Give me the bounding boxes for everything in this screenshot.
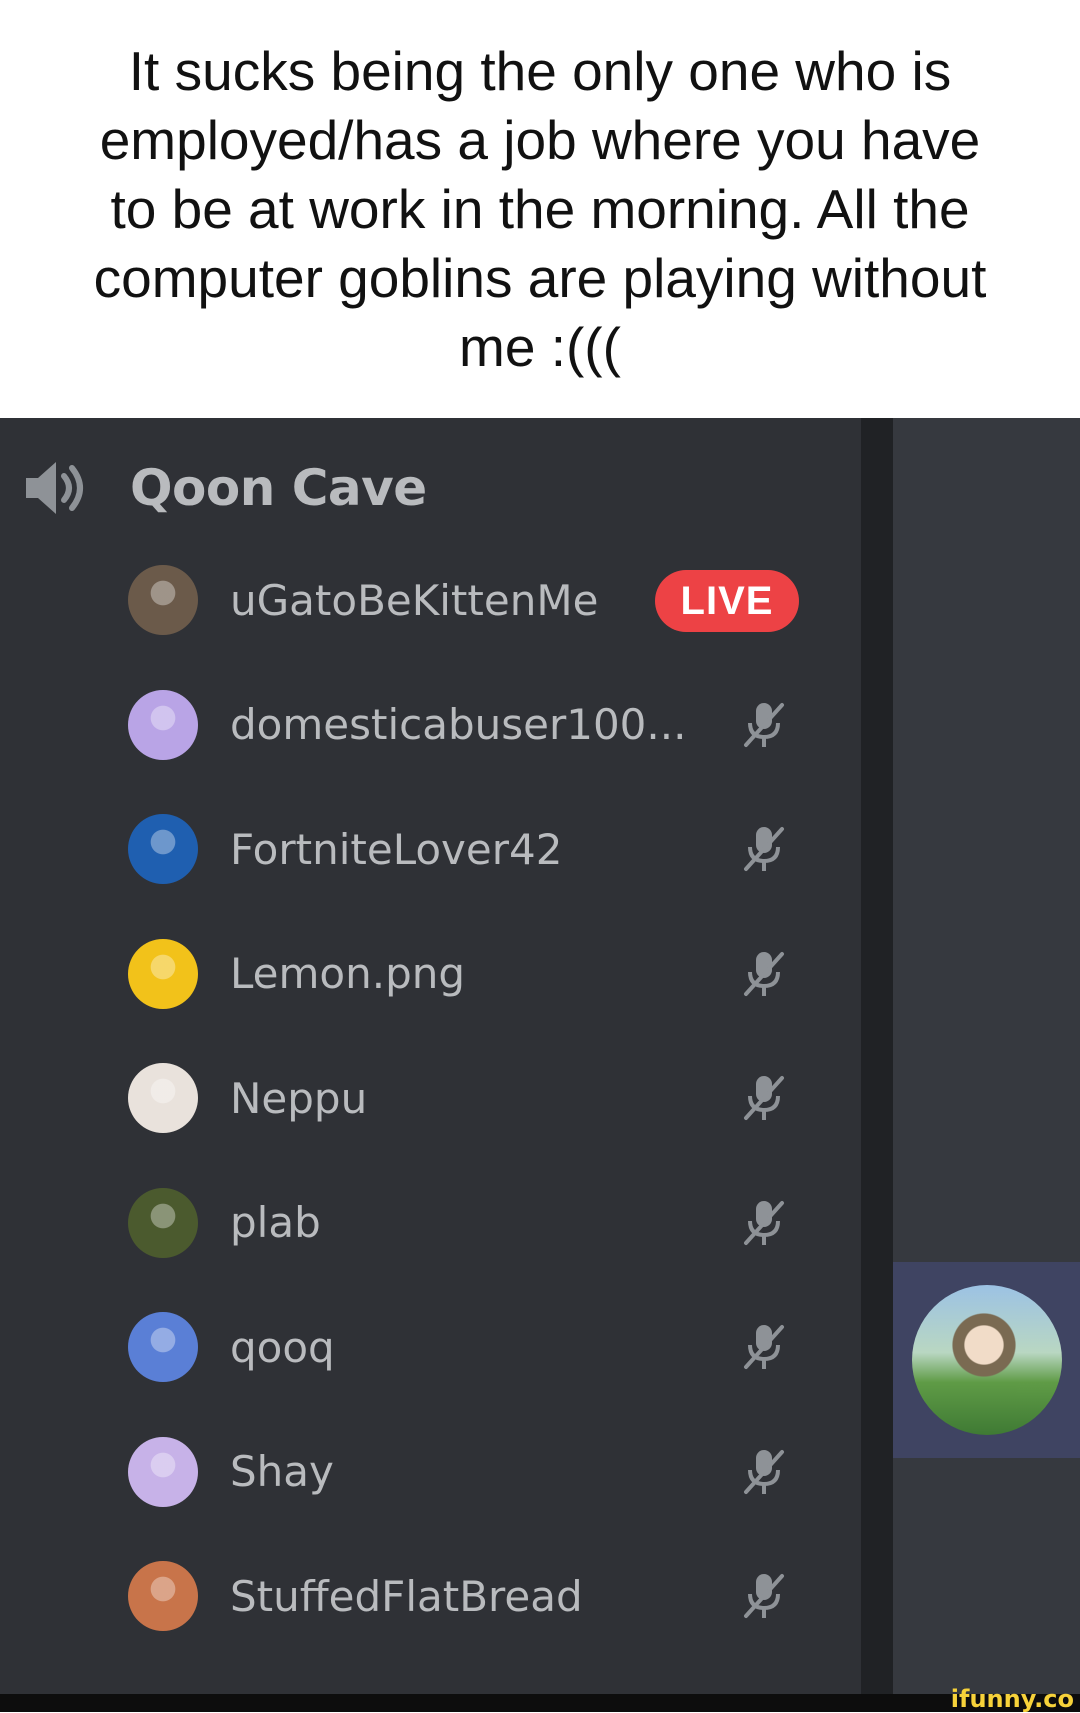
bottom-bar bbox=[0, 1694, 1080, 1712]
voice-channel-header[interactable]: Qoon Cave bbox=[24, 458, 427, 518]
meme-caption: It sucks being the only one who is emplo… bbox=[0, 0, 1080, 418]
member-name: StuffedFlatBread bbox=[230, 1571, 583, 1621]
active-server-tile[interactable] bbox=[893, 1262, 1080, 1458]
voice-member[interactable]: FortniteLover42 bbox=[128, 813, 808, 885]
panel-divider bbox=[861, 418, 893, 1694]
avatar[interactable] bbox=[128, 814, 198, 884]
muted-mic-icon bbox=[738, 948, 790, 1000]
avatar[interactable] bbox=[128, 1436, 198, 1507]
voice-member[interactable]: Neppu bbox=[128, 1062, 808, 1134]
voice-member[interactable]: Lemon.png bbox=[128, 938, 808, 1010]
member-name: Shay bbox=[230, 1447, 334, 1496]
discord-voice-panel: Qoon Cave uGatoBeKittenMe LIVE domesticabu… bbox=[0, 418, 1080, 1694]
muted-mic-icon bbox=[738, 1072, 790, 1124]
member-name: FortniteLover42 bbox=[230, 824, 563, 874]
server-avatar[interactable] bbox=[911, 1285, 1062, 1435]
avatar[interactable] bbox=[128, 1187, 198, 1258]
avatar[interactable] bbox=[128, 689, 198, 760]
voice-member[interactable]: domesticabuser100... bbox=[128, 689, 808, 761]
avatar[interactable] bbox=[128, 938, 198, 1009]
channel-name: Qoon Cave bbox=[130, 459, 427, 517]
member-name: qooq bbox=[230, 1322, 335, 1372]
member-name: uGatoBeKittenMe bbox=[230, 575, 599, 625]
member-name: Lemon.png bbox=[230, 949, 466, 998]
speaker-icon bbox=[26, 462, 83, 514]
muted-mic-icon bbox=[738, 1197, 790, 1249]
voice-member[interactable]: Shay bbox=[128, 1436, 808, 1508]
voice-member[interactable]: plab bbox=[128, 1187, 808, 1259]
voice-member[interactable]: uGatoBeKittenMe LIVE bbox=[128, 564, 808, 636]
muted-mic-icon bbox=[738, 1321, 790, 1373]
avatar[interactable] bbox=[128, 565, 198, 635]
avatar[interactable] bbox=[128, 1561, 198, 1631]
voice-member[interactable]: StuffedFlatBread bbox=[128, 1560, 808, 1632]
avatar[interactable] bbox=[128, 1312, 198, 1382]
muted-mic-icon bbox=[738, 823, 790, 875]
muted-mic-icon bbox=[738, 1570, 790, 1622]
live-badge[interactable]: LIVE bbox=[655, 570, 799, 632]
watermark-logo: ifunny.co bbox=[950, 1685, 1074, 1713]
caption-text: It sucks being the only one who is emplo… bbox=[93, 39, 987, 378]
voice-channel-list: Qoon Cave uGatoBeKittenMe LIVE domesticabu… bbox=[0, 418, 861, 1694]
member-name: plab bbox=[230, 1198, 321, 1247]
side-panel bbox=[893, 418, 1080, 1694]
voice-member[interactable]: qooq bbox=[128, 1311, 808, 1383]
member-name: domesticabuser100... bbox=[230, 700, 687, 749]
avatar[interactable] bbox=[128, 1063, 198, 1133]
muted-mic-icon bbox=[738, 1446, 790, 1498]
member-name: Neppu bbox=[230, 1073, 368, 1123]
muted-mic-icon bbox=[738, 699, 790, 751]
